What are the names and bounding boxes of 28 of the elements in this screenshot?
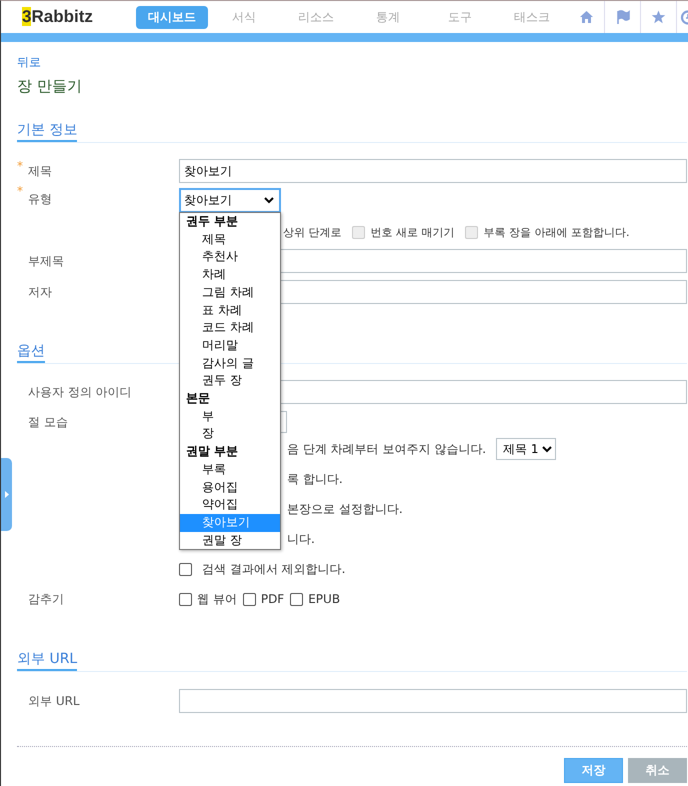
field-label: 절 모습: [28, 414, 68, 430]
field-label: 유형: [28, 191, 52, 208]
field-label: 제목: [28, 162, 52, 180]
checkbox-label: 검색 결과에서 제외합니다.: [202, 560, 346, 578]
option-group-label: 본문: [185, 390, 211, 408]
field-label: 저자: [28, 284, 52, 300]
checkbox-label: EPUB: [308, 592, 340, 606]
checkbox-label: 부록 장을 아래에 포함합니다.: [484, 224, 630, 240]
checkbox-label: 번호 새로 매기기: [370, 224, 454, 240]
section-heading: 기본 정보: [17, 120, 78, 142]
field-label: 외부 URL: [28, 692, 80, 710]
field-label: 부제목: [28, 252, 64, 270]
option-text: 음 단계 차례부터 보여주지 않습니다.: [287, 440, 486, 458]
option-text: 록 합니다.: [287, 470, 343, 488]
checkbox-label: 웹 뷰어: [197, 590, 237, 608]
field-label: 사용자 정의 아이디: [28, 384, 132, 400]
option-text: 니다.: [287, 530, 315, 548]
section-heading: 옵션: [17, 341, 45, 363]
option-group-label: 권두 부분: [185, 213, 240, 230]
field-label: 감추기: [28, 590, 64, 608]
option-text: 본장으로 설정합니다.: [287, 500, 403, 518]
checkbox-label: PDF: [260, 592, 284, 606]
option-text: 상위 단계로: [283, 224, 342, 240]
required-mark: *: [17, 184, 23, 198]
required-mark: *: [17, 158, 23, 172]
section-heading: 외부 URL: [17, 649, 78, 671]
option-group-label: 권말 부분: [185, 443, 240, 460]
page-title: 장 만들기: [17, 76, 83, 96]
